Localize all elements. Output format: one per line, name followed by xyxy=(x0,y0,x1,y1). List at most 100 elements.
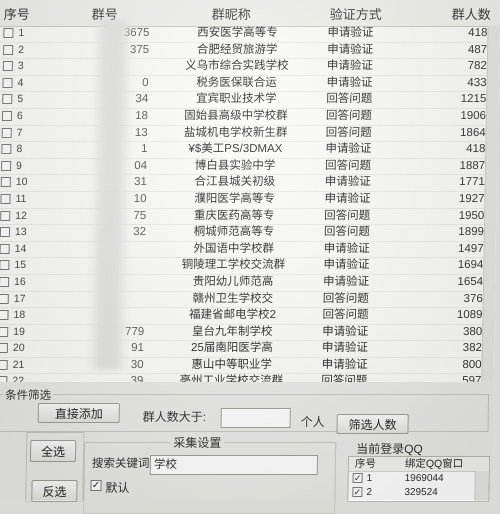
group-table: 序号 群号 群昵称 验证方式 群人数 1 3675 西安医学高等专 申请验证 418 2 3… xyxy=(0,0,500,382)
table-row[interactable]: 13 32 桐城师范高等专 回答问题 1899 xyxy=(0,225,497,242)
member-count-input[interactable] xyxy=(220,408,291,428)
row-seq: 1 xyxy=(18,27,25,39)
table-row[interactable]: 2 375 合肥经贸旅游学 申请验证 487 xyxy=(0,42,500,60)
table-row[interactable]: 3 义乌市综合实践学校 申请验证 782 xyxy=(0,59,499,76)
row-group-name: ¥$美工PS/3DMAX xyxy=(188,143,283,156)
collect-settings-legend: 采集设置 xyxy=(170,434,225,451)
row-checkbox[interactable] xyxy=(1,110,13,121)
row-seq: 8 xyxy=(16,143,23,156)
qq-item-checkbox[interactable]: ✓ xyxy=(352,473,363,483)
row-member-count: 380 xyxy=(462,325,483,338)
row-checkbox[interactable] xyxy=(0,243,10,254)
row-member-count: 1950 xyxy=(458,209,485,222)
header-member-count[interactable]: 群人数 xyxy=(452,4,491,23)
filter-members-button[interactable]: 筛选人数 xyxy=(336,414,409,434)
row-seq: 22 xyxy=(12,375,25,382)
row-seq: 14 xyxy=(14,242,27,255)
table-row[interactable]: 4 0 税务医保联合运 申请验证 433 xyxy=(0,75,499,93)
table-row[interactable]: 10 31 合江县城关初级 申请验证 1771 xyxy=(0,175,497,192)
row-checkbox[interactable] xyxy=(1,160,12,171)
row-checkbox[interactable] xyxy=(0,227,11,238)
row-group-name: 税务医保联合运 xyxy=(196,76,277,89)
header-verify-method[interactable]: 验证方式 xyxy=(330,4,382,23)
row-group-name: 惠山中等职业学 xyxy=(191,358,272,371)
row-member-count: 1215 xyxy=(460,93,487,106)
table-row[interactable]: 1 3675 西安医学高等专 申请验证 418 xyxy=(0,26,500,43)
row-seq: 12 xyxy=(15,209,28,222)
qq-header-bind-window[interactable]: 绑定QQ窗口 xyxy=(405,457,464,471)
default-label: 默认 xyxy=(105,481,130,495)
row-member-count: 1654 xyxy=(457,275,484,288)
row-checkbox[interactable] xyxy=(0,343,9,354)
row-checkbox[interactable] xyxy=(0,193,11,204)
row-checkbox[interactable] xyxy=(0,293,9,304)
table-row[interactable]: 14 外国语中学校群 申请验证 1497 xyxy=(0,241,496,259)
qq-header-seq[interactable]: 序号 xyxy=(355,457,376,471)
row-checkbox[interactable] xyxy=(0,326,9,337)
table-row[interactable]: 18 福建省邮电学校2 回答问题 1089 xyxy=(0,308,495,325)
qq-list-scrollbar[interactable] xyxy=(474,471,490,501)
unit-label: 个人 xyxy=(300,415,325,429)
table-row[interactable]: 8 1 ¥$美工PS/3DMAX 申请验证 418 xyxy=(0,142,498,159)
table-row[interactable]: 7 13 盐城机电学校新生群 回答问题 1864 xyxy=(0,125,498,143)
row-checkbox[interactable] xyxy=(0,310,9,321)
row-checkbox[interactable] xyxy=(3,28,14,38)
row-verify-method: 回答问题 xyxy=(322,309,369,322)
redacted-group-numbers xyxy=(87,20,134,370)
default-checkbox[interactable]: ✓ xyxy=(90,480,102,491)
row-checkbox[interactable] xyxy=(0,376,8,382)
row-checkbox[interactable] xyxy=(1,144,12,155)
row-verify-method: 申请验证 xyxy=(326,60,373,73)
row-group-name: 铜陵理工学校交流群 xyxy=(181,259,286,272)
keyword-input[interactable]: 学校 xyxy=(149,455,319,475)
row-seq: 18 xyxy=(13,309,26,322)
row-checkbox[interactable] xyxy=(1,127,12,138)
header-seq[interactable]: 序号 xyxy=(4,4,30,23)
row-checkbox[interactable] xyxy=(0,210,11,221)
row-verify-method: 回答问题 xyxy=(325,126,372,139)
select-all-button[interactable]: 全选 xyxy=(29,440,77,462)
header-group-name[interactable]: 群昵称 xyxy=(212,4,251,23)
row-checkbox[interactable] xyxy=(0,260,10,271)
row-member-count: 487 xyxy=(467,43,488,56)
direct-add-button[interactable]: 直接添加 xyxy=(37,403,120,423)
qq-list-item[interactable]: ✓ 1 1969044 xyxy=(349,472,489,485)
row-seq: 9 xyxy=(16,159,23,172)
row-checkbox[interactable] xyxy=(3,44,14,55)
row-checkbox[interactable] xyxy=(0,177,11,188)
row-checkbox[interactable] xyxy=(2,94,13,105)
row-verify-method: 回答问题 xyxy=(325,159,372,172)
table-body: 1 3675 西安医学高等专 申请验证 418 2 375 合肥经贸旅游学 申请验证 487 3 义乌… xyxy=(0,26,500,382)
row-group-name: 濮阳医学高等专 xyxy=(194,192,275,205)
table-row[interactable]: 21 30 惠山中等职业学 申请验证 800 xyxy=(0,357,494,375)
row-seq: 13 xyxy=(14,226,27,239)
row-group-name: 贵阳幼儿师范高 xyxy=(192,275,274,288)
table-row[interactable]: 9 04 博白县实验中学 回答问题 1887 xyxy=(0,158,498,176)
table-row[interactable]: 19 779 皇台九年制学校 申请验证 380 xyxy=(0,324,495,342)
table-row[interactable]: 6 18 固始县高级中学校群 回答问题 1906 xyxy=(0,108,499,126)
table-row[interactable]: 11 10 濮阳医学高等专 申请验证 1927 xyxy=(0,191,497,209)
qq-list-item[interactable]: ✓ 2 329524 xyxy=(348,486,488,499)
row-member-count: 1771 xyxy=(459,176,485,189)
table-row[interactable]: 12 75 重庆医药高等专 回答问题 1950 xyxy=(0,208,497,226)
row-checkbox[interactable] xyxy=(0,276,10,287)
table-row[interactable]: 16 贵阳幼儿师范高 申请验证 1654 xyxy=(0,274,496,292)
row-checkbox[interactable] xyxy=(2,61,13,72)
row-checkbox[interactable] xyxy=(2,77,13,88)
row-verify-method: 申请验证 xyxy=(327,43,374,56)
table-row[interactable]: 5 34 宜宾职业技术学 回答问题 1215 xyxy=(0,92,499,109)
table-header: 序号 群号 群昵称 验证方式 群人数 xyxy=(0,0,500,27)
table-row[interactable]: 22 39 亳州工业学校交流群 回答问题 597 xyxy=(0,374,494,382)
row-group-name: 西安医学高等专 xyxy=(197,27,278,39)
row-group-name: 福建省邮电学校2 xyxy=(188,309,277,322)
table-row[interactable]: 17 赣州卫生学校交 回答问题 376 xyxy=(0,291,495,309)
keyword-label: 搜索关键词 xyxy=(91,458,150,470)
qq-item-checkbox[interactable]: ✓ xyxy=(352,487,363,497)
row-checkbox[interactable] xyxy=(0,359,8,370)
row-group-name: 桐城师范高等专 xyxy=(193,226,275,239)
row-member-count: 1887 xyxy=(459,159,486,172)
invert-selection-button[interactable]: 反选 xyxy=(31,480,78,502)
table-row[interactable]: 20 91 25届南阳医学高 申请验证 382 xyxy=(0,341,495,358)
row-seq: 20 xyxy=(12,342,25,355)
table-row[interactable]: 15 铜陵理工学校交流群 申请验证 1694 xyxy=(0,258,496,275)
